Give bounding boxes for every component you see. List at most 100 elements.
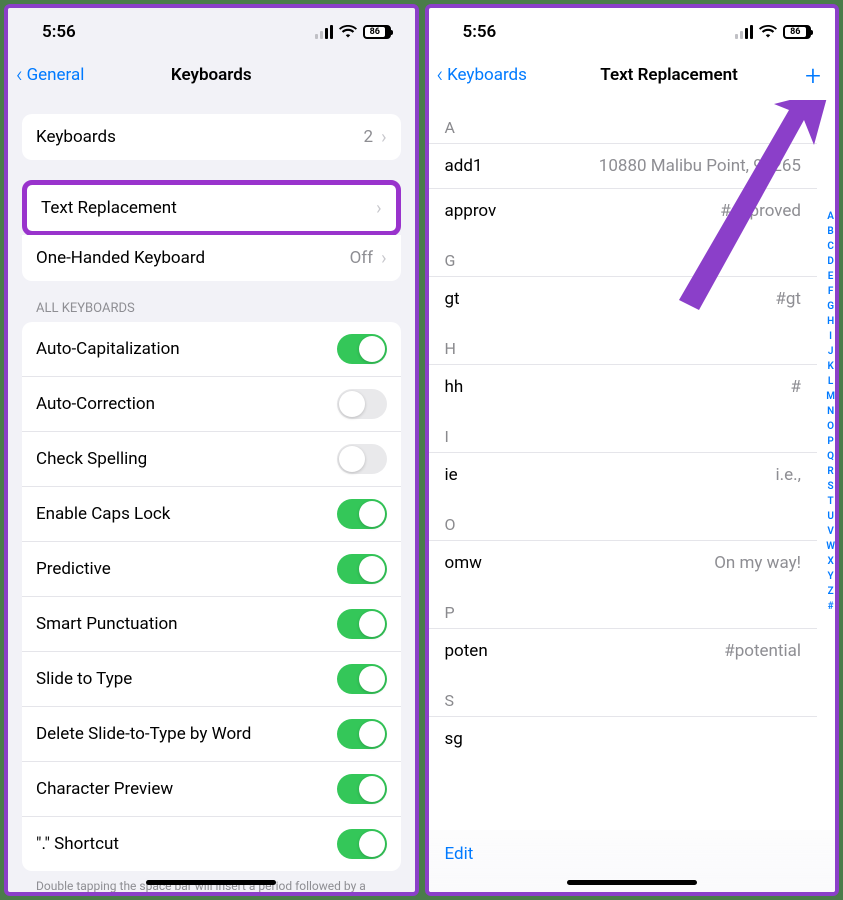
toggle-switch[interactable] [337, 444, 387, 474]
replacement-row[interactable]: approv #approved [429, 188, 818, 233]
index-letter[interactable]: P [826, 435, 835, 448]
chevron-left-icon: ‹ [437, 63, 444, 88]
replacement-row[interactable]: gt #gt [429, 276, 818, 321]
replacement-row[interactable]: sg [429, 716, 818, 761]
row-label: One-Handed Keyboard [36, 248, 205, 268]
toggle-switch[interactable] [337, 719, 387, 749]
index-letter[interactable]: J [826, 345, 835, 358]
section-header-letter: S [429, 673, 818, 716]
row-label: Predictive [36, 559, 111, 579]
shortcut-text: approv [445, 201, 497, 221]
index-letter[interactable]: G [826, 300, 835, 313]
row-label: Delete Slide-to-Type by Word [36, 724, 251, 744]
replacement-row[interactable]: add1 10880 Malibu Point, 90265 [429, 143, 818, 188]
text-replacement-row[interactable]: Text Replacement › [27, 185, 396, 231]
shortcut-text: gt [445, 289, 460, 309]
index-letter[interactable]: F [826, 285, 835, 298]
index-letter[interactable]: Q [826, 450, 835, 463]
one-handed-keyboard-row[interactable]: One-Handed Keyboard Off › [22, 235, 401, 281]
cellular-signal-icon [315, 25, 333, 39]
index-letter[interactable]: R [826, 465, 835, 478]
toggle-switch[interactable] [337, 664, 387, 694]
setting-toggle-row: Delete Slide-to-Type by Word [22, 707, 401, 762]
index-letter[interactable]: U [826, 510, 835, 523]
shortcut-text: sg [445, 729, 463, 749]
toggle-switch[interactable] [337, 829, 387, 859]
row-label: "." Shortcut [36, 834, 119, 854]
replacement-content[interactable]: A add1 10880 Malibu Point, 90265 approv … [429, 100, 836, 892]
replacement-row[interactable]: ie i.e., [429, 452, 818, 497]
battery-icon: 86 [363, 25, 391, 39]
row-label: Slide to Type [36, 669, 132, 689]
index-letter[interactable]: H [826, 315, 835, 328]
status-indicators: 86 [315, 23, 391, 42]
index-letter[interactable]: E [826, 270, 835, 283]
index-letter[interactable]: I [826, 330, 835, 343]
toggle-switch[interactable] [337, 774, 387, 804]
setting-toggle-row: Character Preview [22, 762, 401, 817]
section-header-letter: O [429, 497, 818, 540]
row-value: 2 [364, 127, 374, 147]
row-label: Auto-Capitalization [36, 339, 180, 359]
edit-button[interactable]: Edit [445, 844, 474, 864]
nav-bar: ‹ General Keyboards [8, 52, 415, 100]
index-letter[interactable]: D [826, 255, 835, 268]
chevron-right-icon: › [381, 127, 386, 148]
index-letter[interactable]: C [826, 240, 835, 253]
phrase-text: #gt [775, 289, 801, 309]
home-indicator[interactable] [146, 880, 276, 885]
row-label: Text Replacement [41, 198, 177, 218]
index-letter[interactable]: S [826, 480, 835, 493]
replacement-row[interactable]: omw On my way! [429, 540, 818, 585]
section-header-letter: H [429, 321, 818, 364]
index-letter[interactable]: B [826, 225, 835, 238]
phrase-text: On my way! [714, 553, 801, 573]
index-letter[interactable]: K [826, 360, 835, 373]
index-letter[interactable]: # [826, 600, 835, 613]
shortcut-text: add1 [445, 156, 483, 176]
home-indicator[interactable] [567, 880, 697, 885]
index-letter[interactable]: W [826, 540, 835, 553]
row-value: Off [350, 248, 374, 268]
index-letter[interactable]: V [826, 525, 835, 538]
index-letter[interactable]: X [826, 555, 835, 568]
shortcut-text: hh [445, 377, 464, 397]
replacement-row[interactable]: hh # [429, 364, 818, 409]
status-indicators: 86 [735, 23, 811, 42]
index-letter[interactable]: A [826, 210, 835, 223]
status-time: 5:56 [463, 22, 497, 42]
index-letter[interactable]: T [826, 495, 835, 508]
page-title: Keyboards [171, 65, 252, 85]
keyboards-settings-screen: 5:56 86 ‹ General Keyboards Keyboards [4, 4, 419, 896]
index-letter[interactable]: Y [826, 570, 835, 583]
keyboards-row[interactable]: Keyboards 2 › [22, 114, 401, 160]
row-label: Enable Caps Lock [36, 504, 170, 524]
toggle-switch[interactable] [337, 554, 387, 584]
status-bar: 5:56 86 [429, 8, 836, 52]
index-letter[interactable]: Z [826, 585, 835, 598]
section-header-letter: I [429, 409, 818, 452]
toggles-group: Auto-Capitalization Auto-Correction Chec… [22, 322, 401, 871]
back-button[interactable]: ‹ Keyboards [437, 63, 527, 88]
settings-content[interactable]: Keyboards 2 › Text Replacement › One-Han… [8, 100, 415, 892]
row-label: Keyboards [36, 127, 116, 147]
text-replacement-highlight: Text Replacement › [22, 180, 401, 236]
index-letter[interactable]: O [826, 420, 835, 433]
toggle-switch[interactable] [337, 499, 387, 529]
index-letter[interactable]: N [826, 405, 835, 418]
toggle-switch[interactable] [337, 389, 387, 419]
add-button[interactable]: + [805, 59, 821, 92]
index-letter[interactable]: L [826, 375, 835, 388]
toggle-switch[interactable] [337, 334, 387, 364]
setting-toggle-row: Auto-Capitalization [22, 322, 401, 377]
back-button[interactable]: ‹ General [16, 63, 84, 88]
alphabet-index[interactable]: ABCDEFGHIJKLMNOPQRSTUVWXYZ # [826, 210, 835, 613]
chevron-right-icon: › [376, 198, 381, 219]
shortcut-text: ie [445, 465, 458, 485]
index-letter[interactable]: M [826, 390, 835, 403]
cellular-signal-icon [735, 25, 753, 39]
section-header-letter: G [429, 233, 818, 276]
toggle-switch[interactable] [337, 609, 387, 639]
setting-toggle-row: Smart Punctuation [22, 597, 401, 652]
replacement-row[interactable]: poten #potential [429, 628, 818, 673]
